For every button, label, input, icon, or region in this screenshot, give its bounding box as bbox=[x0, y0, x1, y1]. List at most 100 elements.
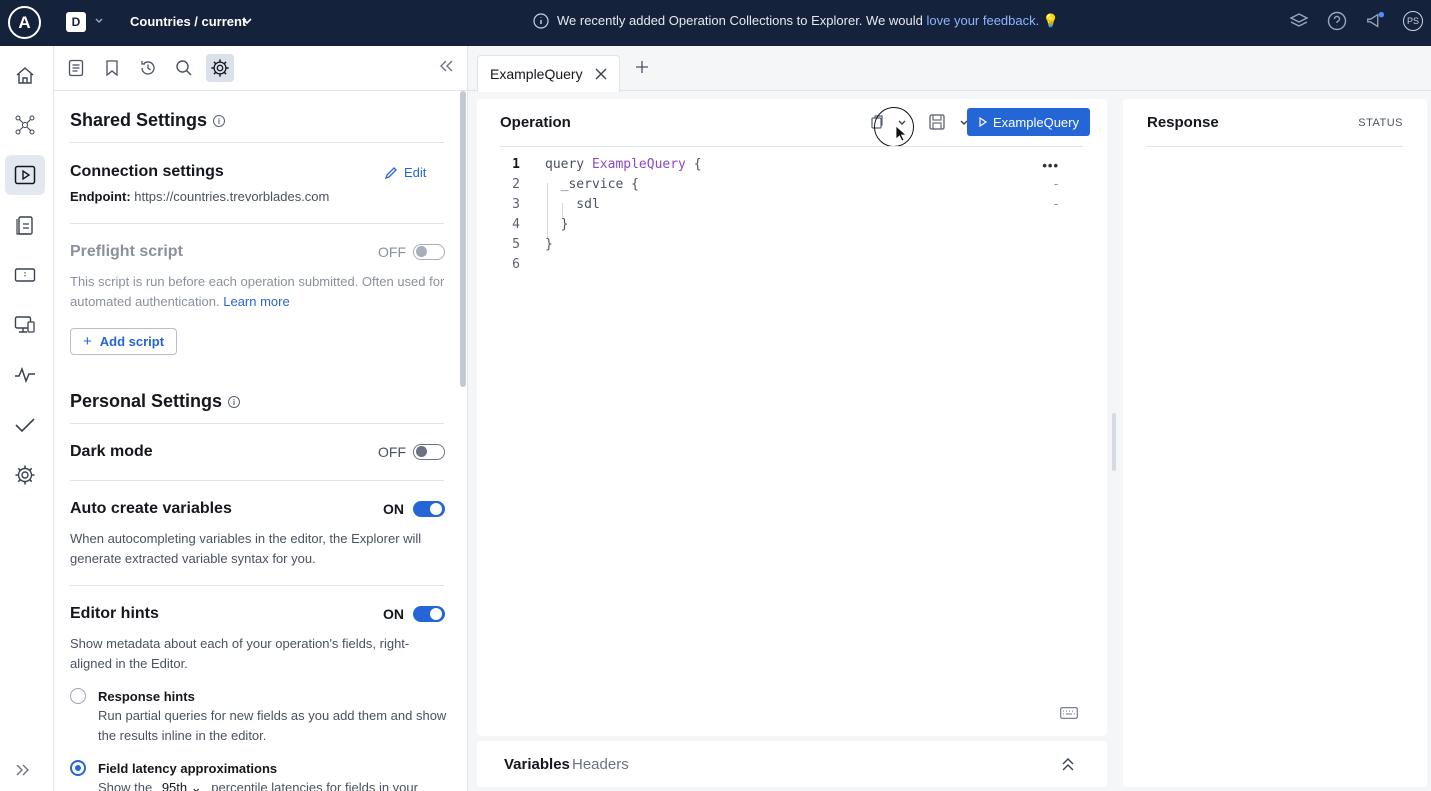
add-script-button[interactable]: + Add script bbox=[70, 328, 178, 355]
history-icon[interactable] bbox=[134, 54, 162, 82]
apollo-logo-icon[interactable]: A bbox=[8, 6, 41, 39]
auto-create-variables-title: Auto create variables bbox=[70, 500, 232, 517]
tab-bar: ExampleQuery bbox=[468, 46, 1431, 92]
divider bbox=[70, 423, 444, 424]
pencil-icon bbox=[384, 166, 397, 179]
code-line: 2 _service { - bbox=[500, 175, 1083, 195]
shared-settings-title: Shared Settings i bbox=[70, 110, 226, 131]
tab-example-query[interactable]: ExampleQuery bbox=[477, 55, 620, 92]
preflight-toggle[interactable] bbox=[413, 244, 445, 260]
search-icon[interactable] bbox=[170, 54, 198, 82]
field-hint: - bbox=[1052, 197, 1060, 212]
field-latency-radio[interactable] bbox=[70, 760, 86, 776]
announcement-banner: We recently added Operation Collections … bbox=[533, 13, 1059, 29]
code-editor[interactable]: 1 query ExampleQuery { ••• 2 _service { … bbox=[500, 155, 1083, 275]
field-latency-title: Field latency approximations bbox=[98, 761, 278, 776]
response-hints-title: Response hints bbox=[98, 689, 195, 704]
field-latency-description: Show the 95th ⌄ percentile latencies for… bbox=[98, 778, 448, 791]
info-icon[interactable]: i bbox=[228, 396, 241, 409]
divider bbox=[70, 480, 444, 481]
add-tab-icon[interactable] bbox=[634, 59, 650, 75]
endpoint-value: https://countries.trevorblades.com bbox=[134, 189, 330, 204]
insights-pulse-icon[interactable] bbox=[5, 355, 45, 395]
settings-gear-icon[interactable] bbox=[206, 54, 234, 82]
graph-badge[interactable]: D bbox=[66, 12, 86, 32]
response-status: STATUS bbox=[1358, 117, 1403, 129]
operation-title: Operation bbox=[500, 114, 571, 131]
editor-hints-title: Editor hints bbox=[70, 605, 159, 622]
graph-variant-selector[interactable]: Countries / current bbox=[130, 14, 246, 29]
documentation-icon[interactable] bbox=[62, 54, 90, 82]
clients-devices-icon[interactable] bbox=[5, 305, 45, 345]
lightbulb-icon: 💡 bbox=[1042, 13, 1060, 28]
plus-icon: + bbox=[83, 333, 92, 350]
cursor-highlight bbox=[874, 107, 914, 147]
preflight-description: This script is run before each operation… bbox=[70, 274, 445, 309]
settings-panel: Shared Settings i Connection settings Edi… bbox=[54, 46, 468, 791]
divider bbox=[70, 223, 444, 224]
expand-up-icon[interactable] bbox=[1061, 756, 1075, 772]
tab-headers[interactable]: Headers bbox=[572, 756, 629, 773]
divider bbox=[1147, 146, 1403, 147]
settings-gear-icon[interactable] bbox=[5, 455, 45, 495]
collapse-panel-icon[interactable] bbox=[438, 58, 454, 74]
auto-variables-toggle[interactable] bbox=[413, 501, 445, 517]
response-panel: Response STATUS bbox=[1123, 99, 1427, 787]
code-line: 4 } bbox=[512, 217, 569, 232]
keyboard-icon[interactable] bbox=[1060, 707, 1078, 719]
chevron-down-icon[interactable] bbox=[93, 14, 105, 26]
bookmark-icon[interactable] bbox=[98, 54, 126, 82]
schema-graph-icon[interactable] bbox=[5, 105, 45, 145]
code-line: 3 sdl - bbox=[500, 195, 1083, 215]
chevron-down-icon[interactable] bbox=[241, 14, 253, 28]
endpoint-line: Endpoint: https://countries.trevorblades… bbox=[70, 187, 448, 207]
divider bbox=[70, 585, 444, 586]
auto-variables-state: ON bbox=[383, 501, 404, 517]
operation-collections-icon[interactable] bbox=[5, 205, 45, 245]
panel-scrollbar[interactable] bbox=[460, 91, 466, 387]
left-nav-rail bbox=[0, 46, 54, 791]
ticket-icon[interactable] bbox=[5, 255, 45, 295]
dark-mode-toggle[interactable] bbox=[413, 444, 445, 460]
connection-settings-title: Connection settings bbox=[70, 163, 224, 180]
layers-icon[interactable] bbox=[1289, 11, 1309, 31]
checks-icon[interactable] bbox=[5, 405, 45, 445]
help-icon[interactable] bbox=[1327, 11, 1347, 31]
divider bbox=[500, 146, 1083, 147]
more-options-icon[interactable]: ••• bbox=[1042, 156, 1059, 176]
close-icon[interactable] bbox=[593, 66, 609, 82]
response-hints-radio[interactable] bbox=[70, 688, 86, 704]
info-icon bbox=[533, 13, 549, 29]
top-bar: A D Countries / current We recently adde… bbox=[0, 0, 1431, 46]
editor-hints-toggle[interactable] bbox=[413, 606, 445, 622]
avatar[interactable]: PS bbox=[1403, 11, 1423, 31]
operation-panel: Operation ExampleQuery 1 query ExampleQu… bbox=[477, 99, 1107, 736]
code-line: 5 } bbox=[512, 237, 553, 252]
variables-panel: Variables Headers bbox=[477, 741, 1107, 787]
play-icon bbox=[979, 117, 988, 127]
pane-resize-handle[interactable] bbox=[1112, 413, 1116, 471]
panel-toolbar bbox=[54, 46, 467, 91]
auto-variables-description: When autocompleting variables in the edi… bbox=[70, 531, 422, 566]
learn-more-link[interactable]: Learn more bbox=[223, 294, 289, 309]
chevron-down-icon: ⌄ bbox=[190, 780, 202, 791]
explorer-play-icon[interactable] bbox=[5, 155, 45, 195]
save-icon[interactable] bbox=[928, 113, 946, 131]
code-line: 1 query ExampleQuery { ••• bbox=[500, 155, 1083, 175]
code-line: 6 bbox=[512, 257, 520, 272]
home-icon[interactable] bbox=[5, 55, 45, 95]
divider bbox=[70, 142, 444, 143]
feedback-link[interactable]: love your feedback. bbox=[927, 13, 1040, 28]
tab-variables[interactable]: Variables bbox=[504, 756, 570, 773]
dark-mode-state: OFF bbox=[378, 444, 406, 460]
run-query-button[interactable]: ExampleQuery bbox=[967, 108, 1090, 136]
preflight-state: OFF bbox=[378, 244, 406, 260]
mouse-pointer-icon bbox=[895, 125, 907, 142]
megaphone-icon[interactable] bbox=[1365, 11, 1385, 31]
expand-nav-icon[interactable] bbox=[14, 763, 32, 777]
percentile-select[interactable]: 95th ⌄ bbox=[156, 778, 208, 791]
editor-hints-description: Show metadata about each of your operati… bbox=[70, 636, 410, 671]
dark-mode-title: Dark mode bbox=[70, 443, 153, 460]
info-icon[interactable]: i bbox=[213, 115, 226, 128]
edit-connection-button[interactable]: Edit bbox=[384, 165, 426, 180]
